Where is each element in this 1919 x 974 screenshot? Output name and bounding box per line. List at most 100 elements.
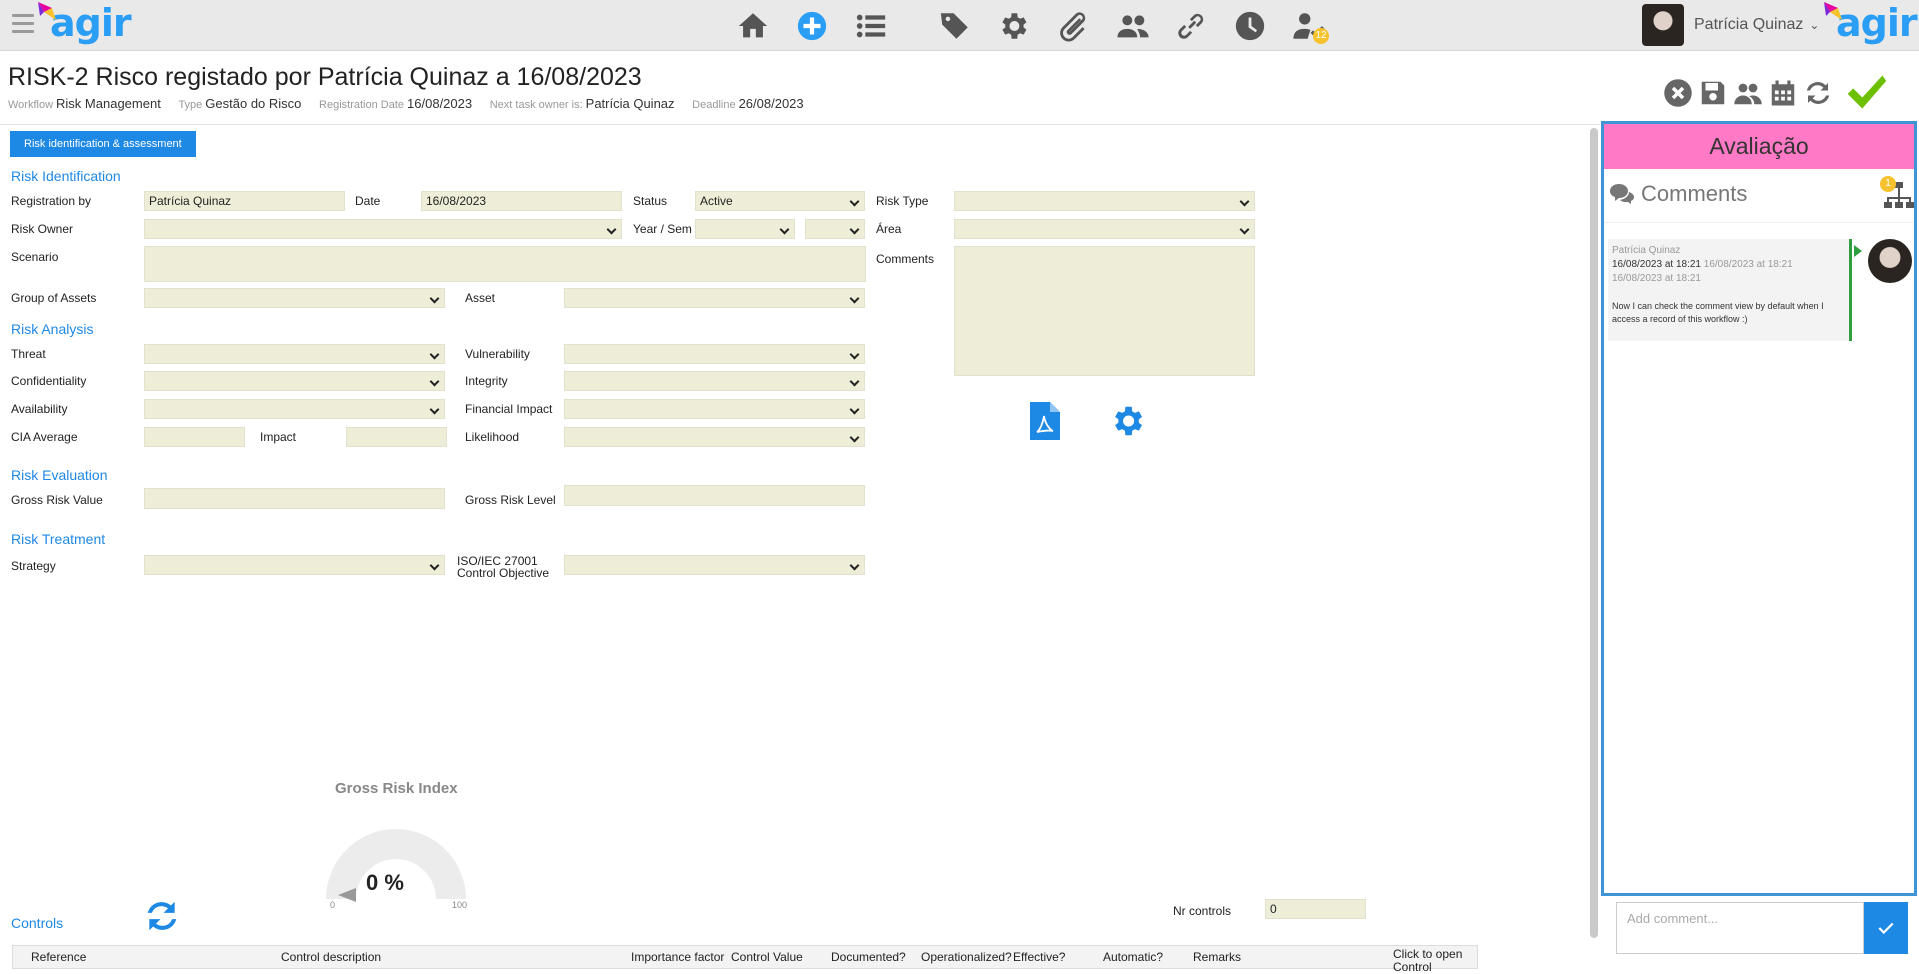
gross-risk-value-field[interactable]	[144, 488, 445, 509]
list-icon[interactable]	[853, 8, 889, 44]
comment-item: Patrícia Quinaz 16/08/2023 at 18:21 16/0…	[1608, 239, 1852, 341]
workflow-label: Workflow	[8, 99, 54, 111]
panel-header: Avaliação	[1604, 124, 1914, 169]
section-risk-identification: Risk Identification	[11, 168, 121, 184]
user-menu[interactable]: Patrícia Quinaz ⌄	[1642, 4, 1819, 46]
comments-icon	[1610, 184, 1634, 204]
scenario-label: Scenario	[11, 250, 59, 264]
refresh-controls-icon[interactable]	[143, 897, 181, 935]
user-name: Patrícia Quinaz	[1694, 16, 1804, 33]
section-controls: Controls	[11, 915, 64, 931]
comments-textarea[interactable]	[954, 246, 1255, 376]
col-importance-factor[interactable]: Importance factor	[631, 951, 724, 964]
risk-owner-label: Risk Owner	[11, 222, 74, 236]
comment-author: Patrícia Quinaz	[1612, 245, 1681, 256]
user-check-icon[interactable]: 12	[1291, 8, 1329, 44]
link-icon[interactable]	[1173, 8, 1209, 44]
availability-select[interactable]	[144, 399, 445, 419]
threat-label: Threat	[11, 347, 46, 361]
agir-logo[interactable]: agir	[38, 2, 132, 42]
participants-icon[interactable]	[1733, 78, 1763, 108]
settings-gear-icon[interactable]	[995, 8, 1031, 44]
send-comment-button[interactable]	[1864, 902, 1908, 954]
type-value: Gestão do Risco	[205, 96, 302, 111]
semester-select[interactable]	[805, 219, 865, 239]
hamburger-menu-icon[interactable]	[12, 14, 34, 34]
registration-by-field[interactable]: Patrícia Quinaz	[144, 191, 345, 211]
year-select[interactable]	[695, 219, 795, 239]
gross-risk-level-field[interactable]	[564, 485, 865, 506]
home-icon[interactable]	[735, 8, 771, 44]
col-documented[interactable]: Documented?	[831, 951, 906, 964]
col-open-control[interactable]: Click to open Control	[1393, 948, 1475, 974]
section-risk-evaluation: Risk Evaluation	[11, 467, 108, 483]
cia-average-label: CIA Average	[11, 430, 78, 444]
comments-panel: Avaliação Comments 1 Patrícia Quinaz 16/…	[1601, 121, 1917, 896]
group-of-assets-select[interactable]	[144, 288, 445, 308]
cia-average-field[interactable]	[144, 427, 245, 447]
add-comment-input[interactable]: Add comment...	[1616, 902, 1864, 954]
calendar-icon[interactable]	[1768, 78, 1798, 108]
type-label: Type	[178, 99, 203, 111]
registration-date-label: Registration Date	[319, 99, 405, 111]
gauge-min: 0	[330, 900, 336, 910]
chevron-down-icon: ⌄	[1809, 18, 1820, 32]
workflow-value: Risk Management	[56, 96, 161, 111]
impact-field[interactable]	[346, 427, 447, 447]
asset-select[interactable]	[564, 288, 865, 308]
settings-gear-icon[interactable]	[1108, 402, 1146, 440]
registration-by-label: Registration by	[11, 194, 92, 208]
registration-date-value: 16/08/2023	[407, 96, 473, 111]
risk-type-select[interactable]	[954, 191, 1255, 211]
financial-impact-label: Financial Impact	[465, 402, 553, 416]
col-operationalized[interactable]: Operationalized?	[921, 951, 1012, 964]
gauge-title: Gross Risk Index	[335, 780, 458, 797]
integrity-label: Integrity	[465, 374, 508, 388]
next-owner-label: Next task owner is:	[489, 99, 583, 111]
tree-badge: 1	[1880, 176, 1896, 192]
col-remarks[interactable]: Remarks	[1193, 951, 1241, 964]
save-icon[interactable]	[1698, 78, 1728, 108]
tab-risk-identification[interactable]: Risk identification & assessment	[10, 131, 196, 157]
next-owner-value: Patrícia Quinaz	[585, 96, 675, 111]
risk-owner-select[interactable]	[144, 219, 622, 239]
col-control-value[interactable]: Control Value	[731, 951, 803, 964]
add-circle-icon[interactable]	[794, 8, 830, 44]
scenario-textarea[interactable]	[144, 246, 866, 282]
clock-icon[interactable]	[1232, 8, 1268, 44]
vulnerability-select[interactable]	[564, 344, 865, 364]
likelihood-select[interactable]	[564, 427, 865, 447]
hierarchy-tree-icon[interactable]: 1	[1880, 176, 1916, 212]
threat-select[interactable]	[144, 344, 445, 364]
confirm-check-icon[interactable]	[1842, 70, 1890, 114]
nr-controls-label: Nr controls	[1173, 904, 1232, 918]
main-scrollbar[interactable]	[1590, 128, 1598, 938]
date-field[interactable]: 16/08/2023	[421, 191, 622, 211]
nr-controls-field: 0	[1265, 899, 1366, 919]
col-automatic[interactable]: Automatic?	[1103, 951, 1163, 964]
confidentiality-select[interactable]	[144, 371, 445, 391]
col-effective[interactable]: Effective?	[1013, 951, 1065, 964]
status-select[interactable]: Active	[695, 191, 865, 211]
col-control-description[interactable]: Control description	[281, 951, 381, 964]
iso-control-objective-select[interactable]	[564, 555, 865, 575]
pdf-export-icon[interactable]	[1030, 402, 1060, 440]
comments-label: Comments	[876, 252, 935, 266]
refresh-icon[interactable]	[1803, 78, 1833, 108]
financial-impact-select[interactable]	[564, 399, 865, 419]
confidentiality-label: Confidentiality	[11, 374, 87, 388]
header-divider	[0, 124, 1600, 125]
strategy-select[interactable]	[144, 555, 445, 575]
paperclip-icon[interactable]	[1055, 8, 1091, 44]
close-icon[interactable]	[1663, 78, 1693, 108]
col-reference[interactable]: Reference	[31, 951, 86, 964]
likelihood-label: Likelihood	[465, 430, 520, 444]
deadline-label: Deadline	[692, 99, 736, 111]
users-icon[interactable]	[1115, 8, 1151, 44]
gauge-max: 100	[452, 900, 468, 910]
tags-icon[interactable]	[937, 8, 973, 44]
area-select[interactable]	[954, 219, 1255, 239]
iso-control-objective-label: ISO/IEC 27001 Control Objective	[457, 554, 550, 580]
notification-badge: 12	[1313, 28, 1329, 44]
integrity-select[interactable]	[564, 371, 865, 391]
